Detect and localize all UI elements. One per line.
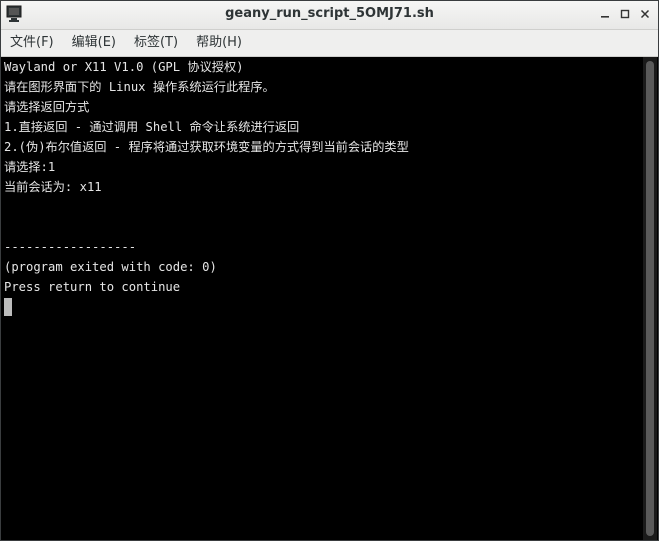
scrollbar-thumb[interactable] [646, 61, 654, 536]
terminal-line: 2.(伪)布尔值返回 - 程序将通过获取环境变量的方式得到当前会话的类型 [4, 140, 409, 154]
terminal-cursor [4, 298, 12, 316]
terminal-line: 请在图形界面下的 Linux 操作系统运行此程序。 [4, 80, 275, 94]
menu-bar: 文件(F) 编辑(E) 标签(T) 帮助(H) [1, 30, 658, 57]
close-icon[interactable] [638, 7, 652, 21]
terminal-window: geany_run_script_5OMJ71.sh 文件(F) 编辑(E) 标… [0, 0, 659, 541]
maximize-icon[interactable] [618, 7, 632, 21]
terminal-line: 请选择返回方式 [4, 100, 90, 114]
menu-help[interactable]: 帮助(H) [187, 30, 251, 56]
terminal-line: 请选择:1 [4, 160, 56, 174]
terminal-line: Wayland or X11 V1.0 (GPL 协议授权) [4, 60, 244, 74]
window-title: geany_run_script_5OMJ71.sh [225, 6, 434, 21]
terminal-output[interactable]: Wayland or X11 V1.0 (GPL 协议授权) 请在图形界面下的 … [1, 57, 644, 540]
menu-edit[interactable]: 编辑(E) [63, 30, 125, 56]
terminal-line: 1.直接返回 - 通过调用 Shell 命令让系统进行返回 [4, 120, 300, 134]
title-bar[interactable]: geany_run_script_5OMJ71.sh [1, 1, 658, 30]
window-controls [598, 7, 652, 21]
terminal-line: ------------------ [4, 240, 137, 254]
terminal-line: 当前会话为: x11 [4, 180, 102, 194]
terminal-scrollbar[interactable] [643, 57, 657, 540]
terminal-line: (program exited with code: 0) [4, 260, 217, 274]
terminal-line: Press return to continue [4, 280, 181, 294]
menu-tabs[interactable]: 标签(T) [125, 30, 187, 56]
minimize-icon[interactable] [598, 7, 612, 21]
menu-file[interactable]: 文件(F) [1, 30, 63, 56]
